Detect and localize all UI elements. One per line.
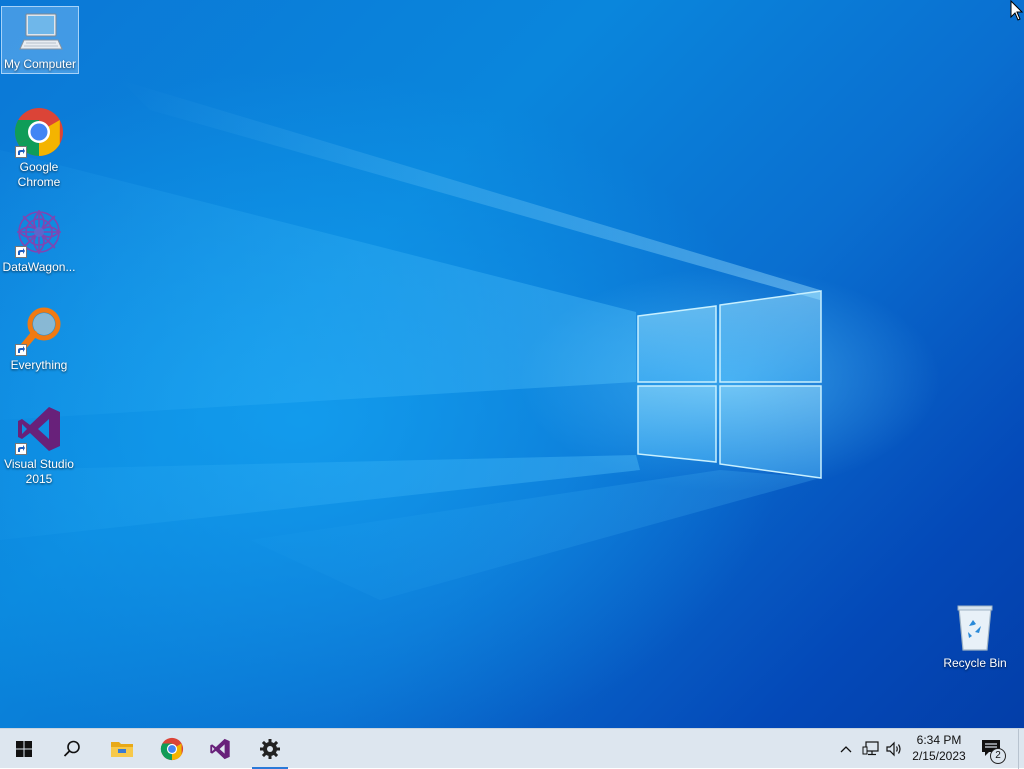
desktop-icon-label: DataWagon... xyxy=(2,260,76,274)
desktop-icon-label: Recycle Bin xyxy=(943,656,1007,670)
chrome-icon xyxy=(13,106,65,158)
shortcut-arrow-icon xyxy=(15,246,27,258)
everything-search-icon xyxy=(13,304,65,356)
desktop-icon-everything[interactable]: Everything xyxy=(1,300,77,373)
settings-icon xyxy=(260,739,280,759)
desktop-icon-recycle-bin[interactable]: Recycle Bin xyxy=(937,598,1013,671)
desktop-icon-google-chrome[interactable]: Google Chrome xyxy=(1,102,77,190)
taskbar-settings[interactable] xyxy=(246,729,294,769)
chevron-up-icon xyxy=(840,746,852,753)
taskbar-visual-studio[interactable] xyxy=(196,729,244,769)
volume-icon xyxy=(886,741,901,757)
desktop-icon-label: Google Chrome xyxy=(17,160,61,189)
start-button[interactable] xyxy=(0,729,48,769)
recycle-bin-icon xyxy=(949,602,1001,654)
desktop-icon-label: Everything xyxy=(10,358,68,372)
chrome-icon xyxy=(160,737,184,761)
volume-tray-button[interactable] xyxy=(884,739,904,759)
desktop-icon-my-computer[interactable]: My Computer xyxy=(1,6,79,74)
mouse-cursor-icon xyxy=(1010,0,1024,21)
taskbar-clock[interactable]: 6:34 PM 2/15/2023 xyxy=(906,732,972,764)
computer-icon xyxy=(14,11,66,55)
shortcut-arrow-icon xyxy=(15,146,27,158)
start-icon xyxy=(16,741,32,757)
file-explorer-icon xyxy=(111,742,133,757)
windows-logo xyxy=(637,290,822,479)
taskbar-chrome[interactable] xyxy=(148,729,196,769)
visual-studio-icon xyxy=(13,403,65,455)
search-icon xyxy=(63,740,80,757)
notification-count-badge: 2 xyxy=(990,748,1006,764)
desktop[interactable]: My Computer Google Chrome DataWagon... E… xyxy=(0,0,1024,728)
wallpaper-light-beams xyxy=(0,80,820,600)
network-icon xyxy=(862,741,879,756)
action-center-button[interactable]: 2 xyxy=(978,735,1008,765)
show-desktop-button[interactable] xyxy=(1018,729,1024,769)
visual-studio-icon xyxy=(210,738,230,760)
clock-date: 2/15/2023 xyxy=(912,749,966,763)
clock-time: 6:34 PM xyxy=(916,733,962,747)
taskbar: 6:34 PM 2/15/2023 2 xyxy=(0,728,1024,769)
show-hidden-icons-button[interactable] xyxy=(836,739,856,759)
datawagon-icon xyxy=(13,206,65,258)
desktop-icon-label: My Computer xyxy=(3,57,77,71)
desktop-icon-datawagon[interactable]: DataWagon... xyxy=(1,202,77,275)
search-button[interactable] xyxy=(48,729,96,769)
network-tray-button[interactable] xyxy=(861,739,881,759)
desktop-icon-visual-studio[interactable]: Visual Studio 2015 xyxy=(1,399,77,487)
taskbar-file-explorer[interactable] xyxy=(98,729,146,769)
desktop-icon-label: Visual Studio 2015 xyxy=(4,457,74,486)
shortcut-arrow-icon xyxy=(15,344,27,356)
shortcut-arrow-icon xyxy=(15,443,27,455)
